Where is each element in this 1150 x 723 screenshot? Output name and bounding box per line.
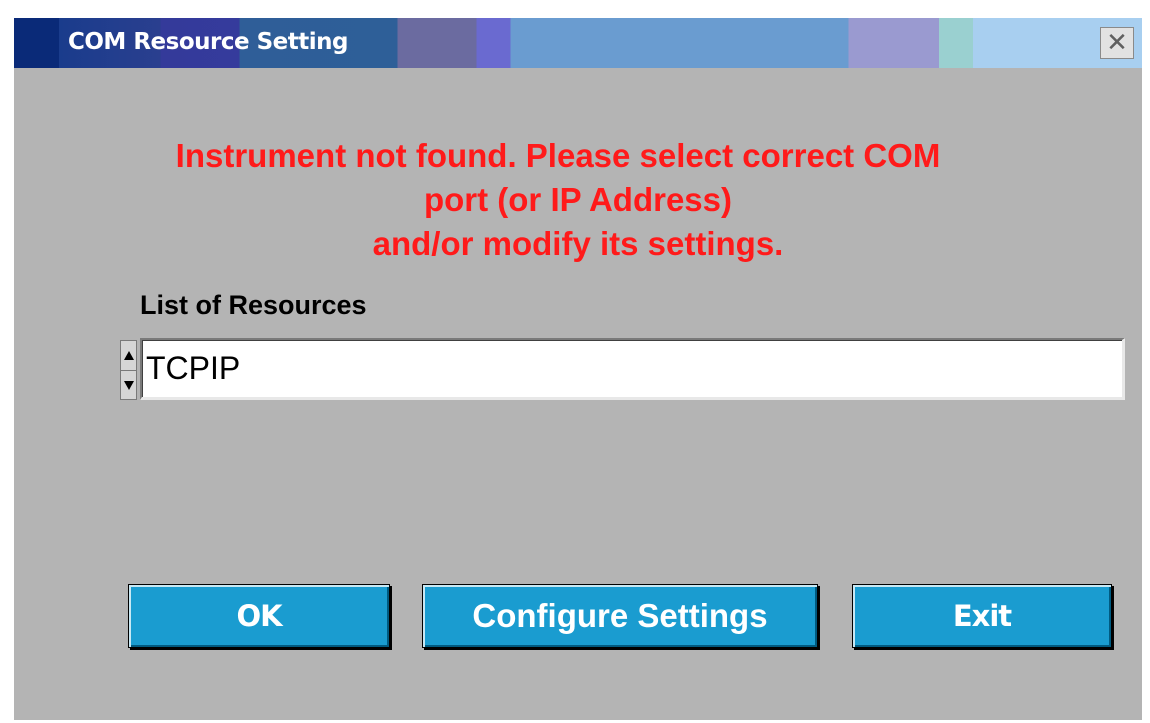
title-bar[interactable]: COM Resource Setting ✕	[14, 18, 1142, 68]
error-message: Instrument not found. Please select corr…	[14, 134, 1142, 266]
close-icon: ✕	[1106, 28, 1128, 58]
exit-button[interactable]: Exit	[852, 584, 1112, 648]
error-message-line-3: and/or modify its settings.	[372, 225, 784, 262]
ok-button-label: OK	[236, 599, 282, 633]
window-title: COM Resource Setting	[68, 29, 348, 55]
configure-settings-label: Configure Settings	[472, 597, 768, 634]
spin-up-button[interactable]	[121, 341, 136, 371]
ok-button[interactable]: OK	[128, 584, 390, 648]
com-resource-dialog: COM Resource Setting ✕ Instrument not fo…	[14, 18, 1142, 720]
exit-button-label: Exit	[952, 599, 1012, 633]
close-button[interactable]: ✕	[1100, 27, 1134, 59]
resource-select[interactable]: TCPIP	[140, 338, 1125, 400]
resources-label: List of Resources	[140, 290, 367, 320]
resource-spinner[interactable]	[120, 340, 137, 400]
arrow-up-icon	[123, 351, 134, 360]
error-message-line-2: port (or IP Address)	[423, 181, 733, 218]
spin-down-button[interactable]	[121, 371, 136, 400]
error-message-line-1: Instrument not found. Please select corr…	[175, 137, 941, 174]
arrow-down-icon	[123, 381, 134, 390]
configure-settings-button[interactable]: Configure Settings	[422, 584, 818, 648]
